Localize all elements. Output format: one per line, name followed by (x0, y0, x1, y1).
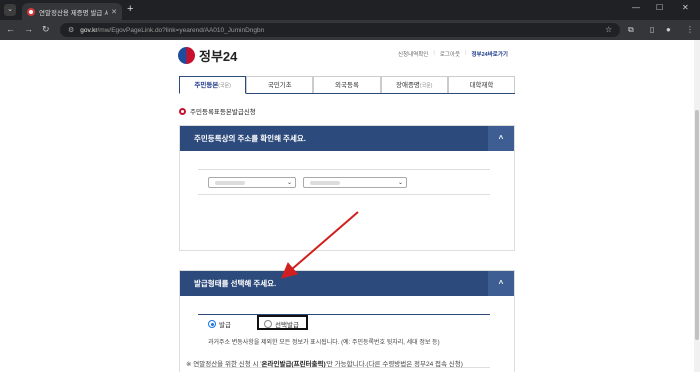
address-bar[interactable]: ⚙ gov.kr /mw/EgovPageLink.do?link=yearen… (60, 23, 620, 37)
red-arrow-line (280, 211, 359, 279)
url-path: /mw/EgovPageLink.do?link=yearend/AA010_J… (97, 26, 265, 34)
minimize-icon[interactable]: — (632, 3, 640, 12)
forward-icon[interactable]: → (24, 24, 33, 34)
back-icon[interactable]: ← (6, 24, 15, 34)
reload-icon[interactable]: ↻ (42, 24, 50, 35)
profile-icon[interactable]: ● (666, 25, 671, 34)
tab-close-icon[interactable]: ✕ (111, 8, 117, 16)
site-info-icon[interactable]: ⚙ (68, 26, 74, 34)
tab-search-button[interactable]: ⌄ (4, 4, 16, 16)
annotation-arrow (280, 211, 359, 279)
tab-title: 연말정산용 제증명 발급 서비스 (39, 9, 109, 17)
url-host: gov.kr (80, 26, 98, 34)
page-scrollbar[interactable] (694, 40, 700, 372)
sidebar-icon[interactable]: ▯ (650, 25, 654, 34)
extensions-icon[interactable]: ⧉ (628, 25, 634, 35)
browser-tab[interactable]: 연말정산용 제증명 발급 서비스 ✕ (22, 3, 122, 20)
new-tab-button[interactable]: + (127, 3, 133, 15)
browser-toolbar: ← → ↻ ⚙ gov.kr /mw/EgovPageLink.do?link=… (0, 20, 700, 40)
web-page: 정부24 신청내역확인 | 로그아웃 | 정부24바로가기 주민등본(국문) 국… (0, 40, 694, 372)
scrollbar-thumb[interactable] (695, 110, 699, 340)
browser-menu-icon[interactable]: ⋮ (686, 25, 694, 34)
site-favicon-icon (27, 7, 35, 16)
browser-tab-strip: ⌄ 연말정산용 제증명 발급 서비스 ✕ + — ☐ ✕ (0, 0, 700, 20)
bookmark-star-icon[interactable]: ☆ (605, 25, 612, 34)
close-window-icon[interactable]: ✕ (682, 3, 689, 12)
maximize-icon[interactable]: ☐ (656, 3, 663, 12)
